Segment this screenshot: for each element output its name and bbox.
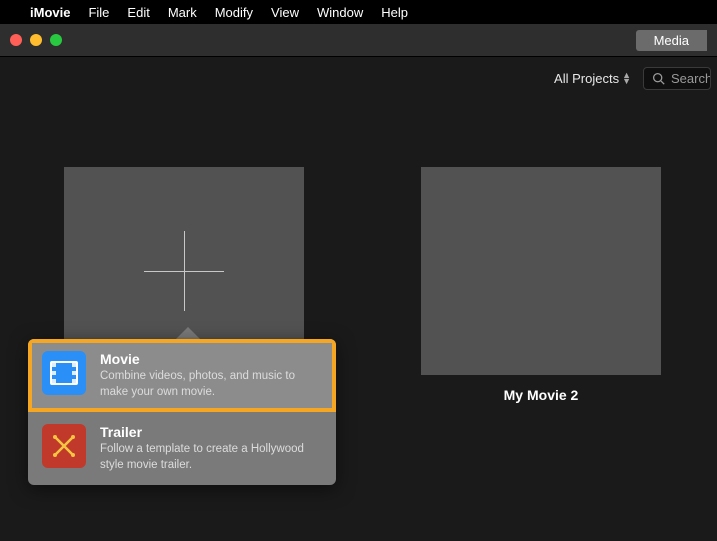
- popover-option-trailer[interactable]: Trailer Follow a template to create a Ho…: [28, 412, 336, 485]
- traffic-lights: [10, 34, 62, 46]
- toolbar: All Projects ▲▼ Search: [0, 57, 717, 99]
- projects-selector[interactable]: All Projects ▲▼: [554, 71, 631, 86]
- menubar-help[interactable]: Help: [381, 5, 408, 20]
- search-placeholder: Search: [671, 71, 711, 86]
- app-window: Media All Projects ▲▼ Search My Movie 2: [0, 24, 717, 541]
- menubar-edit[interactable]: Edit: [127, 5, 149, 20]
- macos-menubar: iMovie File Edit Mark Modify View Window…: [0, 0, 717, 24]
- search-input[interactable]: Search: [643, 67, 711, 90]
- menubar-mark[interactable]: Mark: [168, 5, 197, 20]
- media-tab-button[interactable]: Media: [636, 30, 707, 51]
- menubar-view[interactable]: View: [271, 5, 299, 20]
- fullscreen-window-button[interactable]: [50, 34, 62, 46]
- new-project-popover: Movie Combine videos, photos, and music …: [28, 339, 336, 485]
- minimize-window-button[interactable]: [30, 34, 42, 46]
- project-title: My Movie 2: [421, 387, 661, 403]
- menubar-app[interactable]: iMovie: [30, 5, 70, 20]
- close-window-button[interactable]: [10, 34, 22, 46]
- menubar-file[interactable]: File: [88, 5, 109, 20]
- popover-option-title: Trailer: [100, 424, 322, 440]
- popover-option-desc: Combine videos, photos, and music to mak…: [100, 369, 322, 400]
- popover-option-title: Movie: [100, 351, 322, 367]
- projects-grid: My Movie 2 Movie: [0, 99, 717, 541]
- popover-option-movie[interactable]: Movie Combine videos, photos, and music …: [28, 339, 336, 412]
- sort-arrows-icon: ▲▼: [622, 72, 631, 84]
- menubar-modify[interactable]: Modify: [215, 5, 253, 20]
- popover-option-desc: Follow a template to create a Hollywood …: [100, 442, 322, 473]
- projects-selector-label: All Projects: [554, 71, 619, 86]
- menubar-window[interactable]: Window: [317, 5, 363, 20]
- plus-icon: [184, 231, 185, 311]
- search-icon: [652, 72, 665, 85]
- movie-icon: [42, 351, 86, 395]
- project-thumbnail[interactable]: [421, 167, 661, 375]
- trailer-icon: [42, 424, 86, 468]
- window-titlebar: Media: [0, 24, 717, 57]
